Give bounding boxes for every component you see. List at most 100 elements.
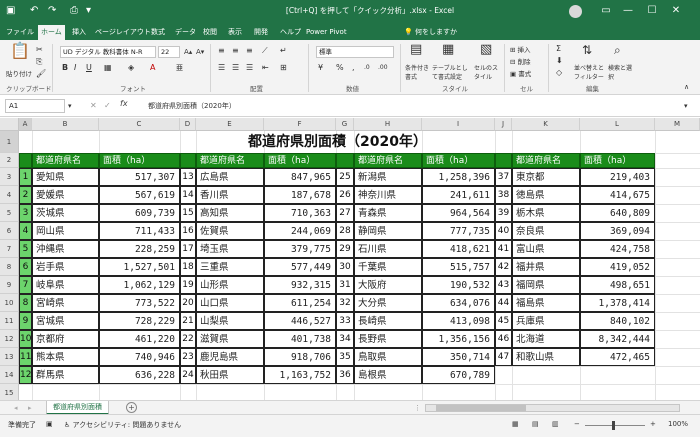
font-name-select[interactable]: UD デジタル 教科書体 N-R bbox=[60, 46, 156, 58]
page-break-view-icon[interactable]: ▥ bbox=[552, 420, 559, 428]
avatar[interactable] bbox=[569, 5, 582, 18]
header-area-2[interactable]: 面積（ha） bbox=[422, 153, 495, 168]
header-prefecture-3[interactable]: 都道府県名 bbox=[512, 153, 580, 168]
rank-cell[interactable]: 10 bbox=[19, 330, 32, 348]
area-cell[interactable]: 777,735 bbox=[422, 222, 495, 240]
align-left-icon[interactable]: ☰ bbox=[218, 63, 225, 73]
format-cells-button[interactable]: ▣ 書式 bbox=[510, 68, 531, 78]
area-cell[interactable]: 670,789 bbox=[422, 366, 495, 384]
row-header-3[interactable]: 3 bbox=[0, 168, 19, 186]
italic-icon[interactable]: I bbox=[74, 63, 76, 73]
next-sheet-icon[interactable]: ▸ bbox=[28, 403, 32, 413]
rank-cell[interactable]: 32 bbox=[336, 294, 354, 312]
rank-cell[interactable]: 33 bbox=[336, 312, 354, 330]
rank-cell[interactable]: 42 bbox=[495, 258, 512, 276]
header-area-3[interactable]: 面積（ha） bbox=[580, 153, 655, 168]
accessibility-status[interactable]: ♿ アクセシビリティ: 問題ありません bbox=[64, 420, 181, 430]
name-box-dropdown-icon[interactable]: ▾ bbox=[68, 101, 72, 111]
prefecture-cell[interactable]: 山口県 bbox=[196, 294, 264, 312]
format-table-icon[interactable]: ▦ bbox=[442, 43, 454, 56]
rank-cell[interactable]: 12 bbox=[19, 366, 32, 384]
rank-cell[interactable]: 37 bbox=[495, 168, 512, 186]
find-select-button[interactable]: 検索と選択 bbox=[608, 63, 636, 81]
autosum-icon[interactable]: Σ bbox=[556, 44, 561, 54]
prefecture-cell[interactable]: 岐阜県 bbox=[32, 276, 99, 294]
column-header-K[interactable]: K bbox=[512, 118, 580, 131]
align-middle-icon[interactable]: ≡ bbox=[232, 46, 239, 56]
area-cell[interactable]: 472,465 bbox=[580, 348, 655, 366]
copy-icon[interactable]: ⎘ bbox=[36, 57, 42, 67]
page-layout-view-icon[interactable]: ▤ bbox=[532, 420, 539, 428]
rank-cell[interactable]: 6 bbox=[19, 258, 32, 276]
prefecture-cell[interactable]: 岩手県 bbox=[32, 258, 99, 276]
prefecture-cell[interactable]: 岡山県 bbox=[32, 222, 99, 240]
clear-icon[interactable]: ◇ bbox=[556, 68, 562, 78]
underline-icon[interactable]: U bbox=[86, 63, 92, 73]
sheet-title[interactable]: 都道府県別面積（2020年） bbox=[19, 131, 656, 153]
rank-cell[interactable]: 30 bbox=[336, 258, 354, 276]
row-header-13[interactable]: 13 bbox=[0, 348, 19, 366]
rank-cell[interactable]: 44 bbox=[495, 294, 512, 312]
header-number-2[interactable] bbox=[336, 153, 354, 168]
zoom-slider-knob[interactable] bbox=[612, 421, 615, 430]
conditional-format-button[interactable]: 条件付き書式 bbox=[405, 63, 431, 81]
area-cell[interactable]: 1,062,129 bbox=[99, 276, 180, 294]
area-cell[interactable]: 418,621 bbox=[422, 240, 495, 258]
prefecture-cell[interactable]: 富山県 bbox=[512, 240, 580, 258]
rank-cell[interactable]: 45 bbox=[495, 312, 512, 330]
column-header-E[interactable]: E bbox=[196, 118, 264, 131]
area-cell[interactable]: 228,259 bbox=[99, 240, 180, 258]
tab-home[interactable]: ホーム bbox=[38, 25, 65, 40]
prefecture-cell[interactable]: 栃木県 bbox=[512, 204, 580, 222]
minimize-icon[interactable]: — bbox=[620, 3, 636, 19]
font-color-icon[interactable]: A bbox=[150, 63, 155, 73]
rank-cell[interactable]: 8 bbox=[19, 294, 32, 312]
select-all-button[interactable] bbox=[0, 118, 19, 131]
scroll-thumb[interactable] bbox=[436, 405, 526, 411]
column-header-C[interactable]: C bbox=[99, 118, 180, 131]
comma-icon[interactable]: , bbox=[352, 63, 355, 73]
rank-cell[interactable]: 13 bbox=[180, 168, 196, 186]
area-cell[interactable]: 190,532 bbox=[422, 276, 495, 294]
row-header-6[interactable]: 6 bbox=[0, 222, 19, 240]
grow-font-icon[interactable]: A▴ bbox=[184, 47, 192, 57]
align-center-icon[interactable]: ☰ bbox=[232, 63, 239, 73]
collapse-ribbon-icon[interactable]: ∧ bbox=[684, 82, 689, 92]
prefecture-cell[interactable]: 奈良県 bbox=[512, 222, 580, 240]
prefecture-cell[interactable]: 宮崎県 bbox=[32, 294, 99, 312]
rank-cell[interactable]: 4 bbox=[19, 222, 32, 240]
area-cell[interactable]: 640,809 bbox=[580, 204, 655, 222]
redo-icon[interactable]: ↷ bbox=[48, 4, 56, 18]
area-cell[interactable]: 244,069 bbox=[264, 222, 336, 240]
prefecture-cell[interactable]: 群馬県 bbox=[32, 366, 99, 384]
rank-cell[interactable]: 24 bbox=[180, 366, 196, 384]
rank-cell[interactable]: 39 bbox=[495, 204, 512, 222]
horizontal-scrollbar[interactable] bbox=[425, 404, 680, 412]
zoom-level[interactable]: 100% bbox=[668, 420, 688, 428]
align-top-icon[interactable]: ≡ bbox=[218, 46, 225, 56]
area-cell[interactable]: 611,254 bbox=[264, 294, 336, 312]
tab-view[interactable]: 表示 bbox=[228, 25, 242, 40]
rank-cell[interactable]: 43 bbox=[495, 276, 512, 294]
cell-styles-icon[interactable]: ▧ bbox=[480, 43, 492, 56]
column-header-D[interactable]: D bbox=[180, 118, 196, 131]
prefecture-cell[interactable]: 山形県 bbox=[196, 276, 264, 294]
bold-icon[interactable]: B bbox=[62, 63, 68, 73]
area-cell[interactable]: 8,342,444 bbox=[580, 330, 655, 348]
prefecture-cell[interactable]: 広島県 bbox=[196, 168, 264, 186]
fill-color-icon[interactable]: ◈ bbox=[128, 63, 134, 73]
zoom-out-icon[interactable]: − bbox=[574, 420, 580, 428]
header-number-3[interactable] bbox=[495, 153, 512, 168]
rank-cell[interactable]: 17 bbox=[180, 240, 196, 258]
prefecture-cell[interactable]: 鳥取県 bbox=[354, 348, 422, 366]
column-header-G[interactable]: G bbox=[336, 118, 354, 131]
worksheet-grid[interactable]: ABCDEFGHIJKLM 12345678910111213141516171… bbox=[0, 118, 700, 400]
find-select-icon[interactable]: ⌕ bbox=[614, 44, 621, 56]
column-header-F[interactable]: F bbox=[264, 118, 336, 131]
row-header-7[interactable]: 7 bbox=[0, 240, 19, 258]
ribbon-display-icon[interactable]: ▭ bbox=[598, 3, 614, 19]
prefecture-cell[interactable]: 徳島県 bbox=[512, 186, 580, 204]
rank-cell[interactable]: 2 bbox=[19, 186, 32, 204]
paste-icon[interactable]: 📋 bbox=[10, 43, 30, 59]
rank-cell[interactable]: 16 bbox=[180, 222, 196, 240]
